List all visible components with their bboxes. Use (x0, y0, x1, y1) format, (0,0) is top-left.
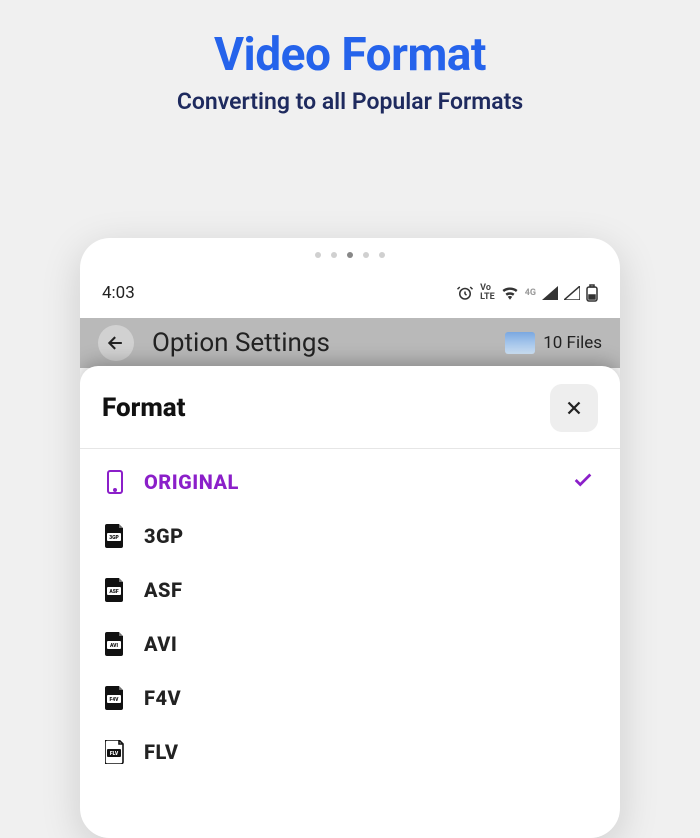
device-frame: 4:03 Vo LTE 4G Option Settings (80, 238, 620, 838)
svg-text:ASF: ASF (108, 589, 119, 595)
format-label: FLV (144, 740, 178, 764)
back-button[interactable] (98, 325, 134, 361)
alarm-icon (456, 284, 474, 302)
signal-icon-2 (564, 286, 580, 300)
format-list: ORIGINAL 3GP 3GP ASF ASF AVI (80, 449, 620, 779)
file-flv-icon: FLV (104, 739, 126, 765)
svg-text:AVI: AVI (109, 643, 119, 649)
check-icon (572, 469, 594, 495)
file-asf-icon: ASF (104, 577, 126, 603)
format-label: ASF (144, 578, 182, 602)
format-label: 3GP (144, 524, 184, 548)
app-header: Option Settings 10 Files (80, 318, 620, 368)
file-3gp-icon: 3GP (104, 523, 126, 549)
format-sheet: Format ORIGINAL 3GP 3GP (80, 366, 620, 838)
file-f4v-icon: F4V (104, 685, 126, 711)
files-thumbnail (505, 332, 535, 354)
svg-text:3GP: 3GP (109, 535, 119, 541)
files-indicator[interactable]: 10 Files (505, 332, 602, 354)
format-option-asf[interactable]: ASF ASF (80, 563, 620, 617)
format-label: F4V (144, 686, 181, 710)
sheet-title: Format (102, 393, 186, 423)
network-label: 4G (525, 289, 536, 298)
svg-text:F4V: F4V (110, 697, 120, 703)
phone-icon (104, 469, 126, 495)
status-bar: 4:03 Vo LTE 4G (80, 268, 620, 318)
files-count-label: 10 Files (543, 333, 602, 353)
format-option-3gp[interactable]: 3GP 3GP (80, 509, 620, 563)
format-option-flv[interactable]: FLV FLV (80, 725, 620, 779)
hero-title: Video Format (0, 28, 700, 82)
hero-subtitle: Converting to all Popular Formats (0, 88, 700, 115)
status-time: 4:03 (102, 283, 135, 303)
format-label: ORIGINAL (144, 470, 239, 494)
battery-icon (586, 284, 598, 302)
signal-icon (542, 286, 558, 300)
format-option-f4v[interactable]: F4V F4V (80, 671, 620, 725)
format-option-avi[interactable]: AVI AVI (80, 617, 620, 671)
format-option-original[interactable]: ORIGINAL (80, 455, 620, 509)
wifi-icon (501, 286, 519, 300)
app-header-title: Option Settings (152, 328, 330, 358)
volte-icon: Vo LTE (480, 284, 495, 302)
arrow-left-icon (106, 333, 126, 353)
format-label: AVI (144, 632, 177, 656)
file-avi-icon: AVI (104, 631, 126, 657)
svg-text:FLV: FLV (110, 751, 119, 757)
close-icon (563, 397, 585, 419)
close-button[interactable] (550, 384, 598, 432)
device-camera-dots (80, 238, 620, 268)
